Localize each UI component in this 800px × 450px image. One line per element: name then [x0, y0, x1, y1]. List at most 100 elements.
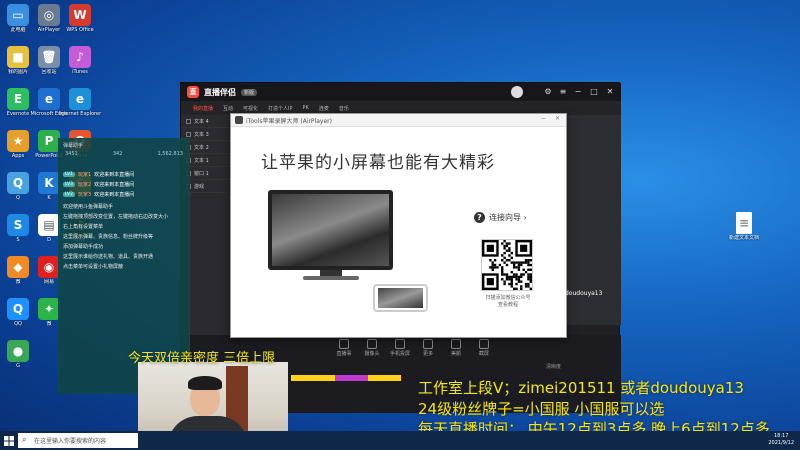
app-icon: S [7, 214, 29, 236]
windows-icon [4, 435, 14, 446]
clock-date: 2021/9/12 [768, 440, 794, 446]
tool-label: 直播事 [336, 351, 352, 357]
close-icon[interactable]: ✕ [555, 115, 560, 122]
airplayer-slogan: 让苹果的小屏幕也能有大精彩 [261, 153, 495, 173]
app-icon: ◆ [7, 256, 29, 278]
chat-message: LV1 玩家1 欢迎来到本直播间 [63, 171, 185, 178]
app-icon: 🗑 [38, 46, 60, 68]
chat-stat: 342 [112, 151, 123, 157]
desktop-icon-new-text-doc[interactable]: ≡ 新建文本文档 [722, 212, 766, 241]
chat-username: 玩家2 [77, 182, 92, 188]
chat-note: 右上角有设置菜单 [63, 224, 104, 230]
chat-note: 这里展示弹幕、贵族信息、粉丝牌升级等 [63, 234, 154, 240]
desktop-icon-label: Internet Explorer [58, 111, 102, 117]
app-icon: Q [7, 298, 29, 320]
chat-note: 欢迎使用斗鱼弹幕助手 [63, 204, 114, 210]
app-icon: ♪ [69, 46, 91, 68]
qr-caption-line1: 扫描添加微信公众号 [485, 295, 531, 301]
chat-text: 欢迎来到本直播间 [94, 172, 135, 178]
chat-note: 添加弹幕助手成功 [63, 244, 104, 250]
app-icon: ▭ [7, 4, 29, 26]
minimize-icon[interactable]: − [541, 115, 546, 122]
bottom-tool-button[interactable]: 摄像头 [359, 339, 385, 357]
airplayer-title: iTools苹果录屏大师 (AirPlayer) [246, 117, 332, 125]
search-icon: ⌕ [22, 435, 27, 444]
timeline-bar [291, 375, 401, 381]
app-title-bar: 直 直播伴侣 新版 ⚙ ≡ − □ ✕ [181, 83, 621, 101]
tool-icon [367, 339, 377, 349]
avatar[interactable] [511, 86, 523, 98]
desktop-icon[interactable]: ● G [0, 340, 40, 369]
chat-stat: 1,562,813 [157, 151, 183, 157]
bottom-tool-button[interactable]: 美颜 [443, 339, 469, 357]
layer-label: 文本 4 [194, 118, 209, 125]
desktop-icon[interactable]: e Internet Explorer [58, 88, 102, 117]
clock-time: 18:17 [773, 433, 789, 439]
tab-item[interactable]: PK [303, 105, 309, 111]
version-badge: 新版 [241, 88, 258, 96]
bottom-tool-button[interactable]: 直播事 [331, 339, 357, 357]
chat-username: 玩家1 [77, 172, 92, 178]
desktop-icon-label: G [16, 363, 20, 369]
level-badge: LV1 [63, 172, 75, 177]
tool-label: 更多 [422, 351, 433, 357]
tab-item[interactable]: 连麦 [319, 105, 329, 112]
monitor-illustration [268, 190, 393, 270]
qr-caption: 扫描添加微信公众号 查看教程 [473, 295, 543, 309]
desktop-icon-label-doudouya: doudouya13 [565, 290, 603, 297]
close-icon[interactable]: ✕ [605, 87, 615, 97]
connection-guide-link[interactable]: 连接向导 › [489, 212, 527, 223]
tool-icon [339, 339, 349, 349]
desktop-icon-label: 新建文本文档 [728, 235, 759, 241]
bottom-tool-button[interactable]: 截屏 [471, 339, 497, 357]
desktop-icon[interactable]: W WPS Office [58, 4, 102, 33]
scene-layer-item[interactable]: 文本 4 [181, 115, 233, 128]
taskbar-search-input[interactable]: ⌕ 在这里输入你要搜索的内容 [18, 433, 138, 448]
maximize-icon[interactable]: □ [589, 87, 599, 97]
app-icon: W [69, 4, 91, 26]
tab-item[interactable]: 音乐 [339, 105, 349, 112]
tab-item[interactable]: 打造个人IP [268, 105, 293, 112]
tool-icon [451, 339, 461, 349]
bottom-tool-button[interactable]: 更多 [415, 339, 441, 357]
qr-caption-line2: 查看教程 [497, 302, 518, 308]
help-icon[interactable]: ? [474, 212, 485, 223]
desktop-icon-label: WPS Office [66, 27, 94, 33]
airplayer-window: iTools苹果录屏大师 (AirPlayer) − ✕ 让苹果的小屏幕也能有大… [230, 113, 567, 338]
tool-icon [423, 339, 433, 349]
chat-username: 玩家3 [77, 192, 92, 198]
qr-code [481, 239, 533, 291]
chat-stats: 3451 342 1,562,813 [59, 151, 189, 157]
eye-icon[interactable] [186, 131, 191, 137]
quality-label[interactable]: 清晰度 [546, 363, 561, 370]
tool-icon [479, 339, 489, 349]
chat-note: 左键拖拽顶部改变位置，左键拖动右边改变大小 [63, 214, 169, 220]
tab-item[interactable]: 可视化 [243, 105, 258, 112]
app-name: 直播伴侣 [204, 87, 236, 97]
bottom-tool-button[interactable]: 手机投屏 [387, 339, 413, 357]
app-icon: E [7, 88, 29, 110]
taskbar: ⌕ 在这里输入你要搜索的内容 18:17 2021/9/12 [0, 431, 800, 450]
chat-note: 这里展示谁给你送礼物、道具、贵族开通 [63, 254, 154, 260]
layer-label: 文本 1 [194, 157, 209, 164]
tab-item[interactable]: 互动 [223, 105, 233, 112]
airplayer-title-bar: iTools苹果录屏大师 (AirPlayer) − ✕ [231, 114, 566, 127]
tab-item[interactable]: 我的直播 [193, 105, 213, 112]
menu-icon[interactable]: ≡ [558, 87, 568, 97]
eye-icon[interactable] [186, 118, 191, 124]
tool-label: 美颜 [450, 351, 461, 357]
layer-label: 文本 3 [194, 131, 209, 138]
app-icon: ■ [7, 46, 29, 68]
minimize-icon[interactable]: − [573, 87, 583, 97]
gear-icon[interactable]: ⚙ [543, 87, 553, 97]
app-logo-icon: 直 [187, 86, 199, 98]
desktop-icon[interactable]: ♪ iTunes [58, 46, 102, 75]
system-clock[interactable]: 18:17 2021/9/12 [768, 433, 794, 447]
app-icon: e [69, 88, 91, 110]
overlay-text-line3: 24级粉丝牌子=小国服 小国服可以选 [418, 400, 665, 418]
start-button[interactable] [0, 431, 18, 450]
app-icon: e [38, 88, 60, 110]
chat-message-list: LV1 玩家1 欢迎来到本直播间 LV3 玩家2 欢迎来到本直播间 LV2 玩家3 欢迎来到本直… [59, 171, 189, 198]
airplayer-app-icon [235, 116, 243, 124]
monitor-base [303, 276, 359, 280]
